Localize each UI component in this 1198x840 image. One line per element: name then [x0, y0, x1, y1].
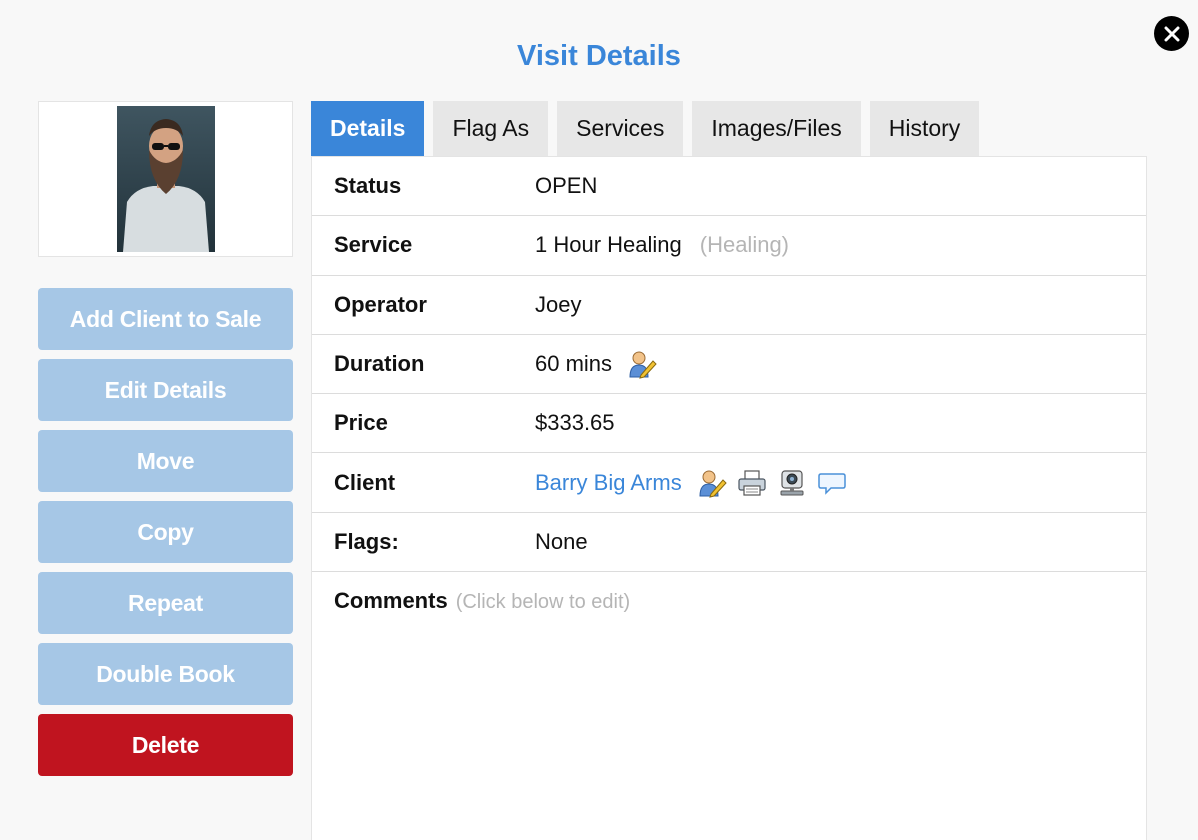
- tab-history[interactable]: History: [869, 101, 980, 156]
- price-value: $333.65: [535, 410, 615, 436]
- service-row: Service 1 Hour Healing (Healing): [312, 216, 1146, 276]
- service-value: 1 Hour Healing: [535, 232, 682, 258]
- comments-section[interactable]: Comments (Click below to edit): [312, 572, 1146, 630]
- flags-label: Flags:: [334, 528, 399, 554]
- duration-value: 60 mins: [535, 351, 613, 377]
- comments-label: Comments: [334, 588, 448, 614]
- repeat-button[interactable]: Repeat: [38, 572, 293, 634]
- tab-details[interactable]: Details: [311, 101, 425, 156]
- client-row: Client Barry Big Arms: [312, 453, 1146, 513]
- service-label: Service: [334, 232, 413, 258]
- flags-value: None: [535, 528, 588, 554]
- edit-user-icon[interactable]: [626, 348, 658, 380]
- price-label: Price: [334, 410, 388, 436]
- chat-bubble-icon[interactable]: [816, 467, 848, 499]
- add-client-to-sale-button[interactable]: Add Client to Sale: [38, 288, 293, 350]
- delete-button[interactable]: Delete: [38, 714, 293, 776]
- tab-bar: Details Flag As Services Images/Files Hi…: [311, 101, 988, 156]
- tab-services[interactable]: Services: [557, 101, 684, 156]
- action-buttons: Add Client to Sale Edit Details Move Cop…: [38, 288, 293, 785]
- client-name-link[interactable]: Barry Big Arms: [535, 470, 682, 496]
- operator-row: Operator Joey: [312, 276, 1146, 335]
- client-label: Client: [334, 469, 396, 495]
- status-value: OPEN: [535, 173, 598, 199]
- comments-hint: (Click below to edit): [455, 591, 631, 614]
- price-row: Price $333.65: [312, 394, 1146, 454]
- duration-row: Duration 60 mins: [312, 335, 1146, 395]
- webcam-icon[interactable]: [776, 467, 808, 499]
- details-panel: Status OPEN Service 1 Hour Healing (Heal…: [311, 156, 1147, 840]
- operator-label: Operator: [334, 291, 427, 317]
- service-category: (Healing): [699, 232, 790, 258]
- duration-label: Duration: [334, 351, 425, 377]
- printer-icon[interactable]: [736, 467, 768, 499]
- client-photo: [116, 106, 215, 252]
- edit-details-button[interactable]: Edit Details: [38, 359, 293, 421]
- modal-title: Visit Details: [517, 40, 681, 72]
- status-label: Status: [334, 173, 402, 199]
- double-book-button[interactable]: Double Book: [38, 643, 293, 705]
- edit-user-icon[interactable]: [696, 467, 728, 499]
- flags-row: Flags: None: [312, 513, 1146, 573]
- move-button[interactable]: Move: [38, 430, 293, 492]
- operator-value: Joey: [535, 291, 582, 317]
- tab-flag-as[interactable]: Flag As: [433, 101, 549, 156]
- status-row: Status OPEN: [312, 157, 1146, 217]
- copy-button[interactable]: Copy: [38, 501, 293, 563]
- client-photo-frame: [38, 101, 293, 257]
- tab-images-files[interactable]: Images/Files: [692, 101, 861, 156]
